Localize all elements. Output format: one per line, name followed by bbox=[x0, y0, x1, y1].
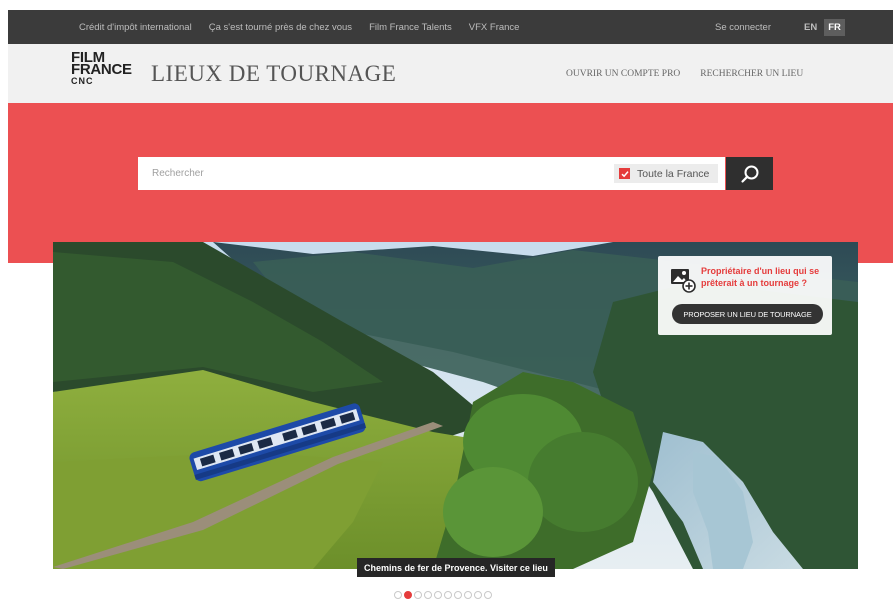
nav-search-location[interactable]: RECHERCHER UN LIEU bbox=[700, 69, 803, 79]
carousel-dot[interactable] bbox=[404, 591, 412, 599]
carousel-dot[interactable] bbox=[464, 591, 472, 599]
lang-fr-button[interactable]: FR bbox=[824, 18, 845, 36]
link-credit-impot[interactable]: Crédit d'impôt international bbox=[79, 22, 192, 33]
scope-toggle[interactable]: Toute la France bbox=[614, 164, 718, 183]
search-icon bbox=[740, 165, 758, 183]
scope-label: Toute la France bbox=[637, 167, 710, 180]
carousel-dot[interactable] bbox=[424, 591, 432, 599]
nav-open-pro-account[interactable]: OUVRIR UN COMPTE PRO bbox=[566, 69, 680, 79]
link-vfx-france[interactable]: VFX France bbox=[469, 22, 520, 33]
top-links: Crédit d'impôt international Ça s'est to… bbox=[79, 10, 536, 44]
lang-en-button[interactable]: EN bbox=[800, 19, 821, 36]
top-right: Se connecter EN FR bbox=[715, 10, 845, 44]
search-button[interactable] bbox=[726, 157, 773, 190]
carousel-dot[interactable] bbox=[434, 591, 442, 599]
propose-location-button[interactable]: PROPOSER UN LIEU DE TOURNAGE bbox=[672, 304, 823, 324]
link-tourne-pres[interactable]: Ça s'est tourné près de chez vous bbox=[209, 22, 352, 33]
promo-text: Propriétaire d'un lieu qui se prêterait … bbox=[701, 266, 820, 288]
check-icon bbox=[620, 170, 629, 177]
promo-card: Propriétaire d'un lieu qui se prêterait … bbox=[658, 256, 832, 335]
carousel-dot[interactable] bbox=[454, 591, 462, 599]
carousel-dot[interactable] bbox=[394, 591, 402, 599]
search-bar: Toute la France bbox=[138, 157, 725, 190]
carousel-dot[interactable] bbox=[414, 591, 422, 599]
carousel-dots bbox=[394, 591, 494, 599]
carousel-dot[interactable] bbox=[484, 591, 492, 599]
site-header: FILM FRANCE CNC LIEUX DE TOURNAGE OUVRIR… bbox=[8, 44, 893, 103]
search-input[interactable] bbox=[152, 157, 592, 190]
film-france-logo[interactable]: FILM FRANCE CNC bbox=[71, 50, 139, 96]
login-link[interactable]: Se connecter bbox=[715, 22, 771, 33]
carousel-dot[interactable] bbox=[474, 591, 482, 599]
top-utility-bar: Crédit d'impôt international Ça s'est to… bbox=[8, 10, 893, 44]
hero-caption-link[interactable]: Chemins de fer de Provence. Visiter ce l… bbox=[357, 558, 555, 577]
language-switcher: EN FR bbox=[797, 18, 845, 36]
image-add-icon bbox=[671, 269, 696, 293]
link-film-france-talents[interactable]: Film France Talents bbox=[369, 22, 452, 33]
logo-line-france: FRANCE bbox=[71, 61, 132, 78]
site-title[interactable]: LIEUX DE TOURNAGE bbox=[151, 61, 396, 87]
carousel-dot[interactable] bbox=[444, 591, 452, 599]
scope-checkbox[interactable] bbox=[619, 168, 630, 179]
main-nav: OUVRIR UN COMPTE PRO RECHERCHER UN LIEU bbox=[566, 69, 823, 79]
